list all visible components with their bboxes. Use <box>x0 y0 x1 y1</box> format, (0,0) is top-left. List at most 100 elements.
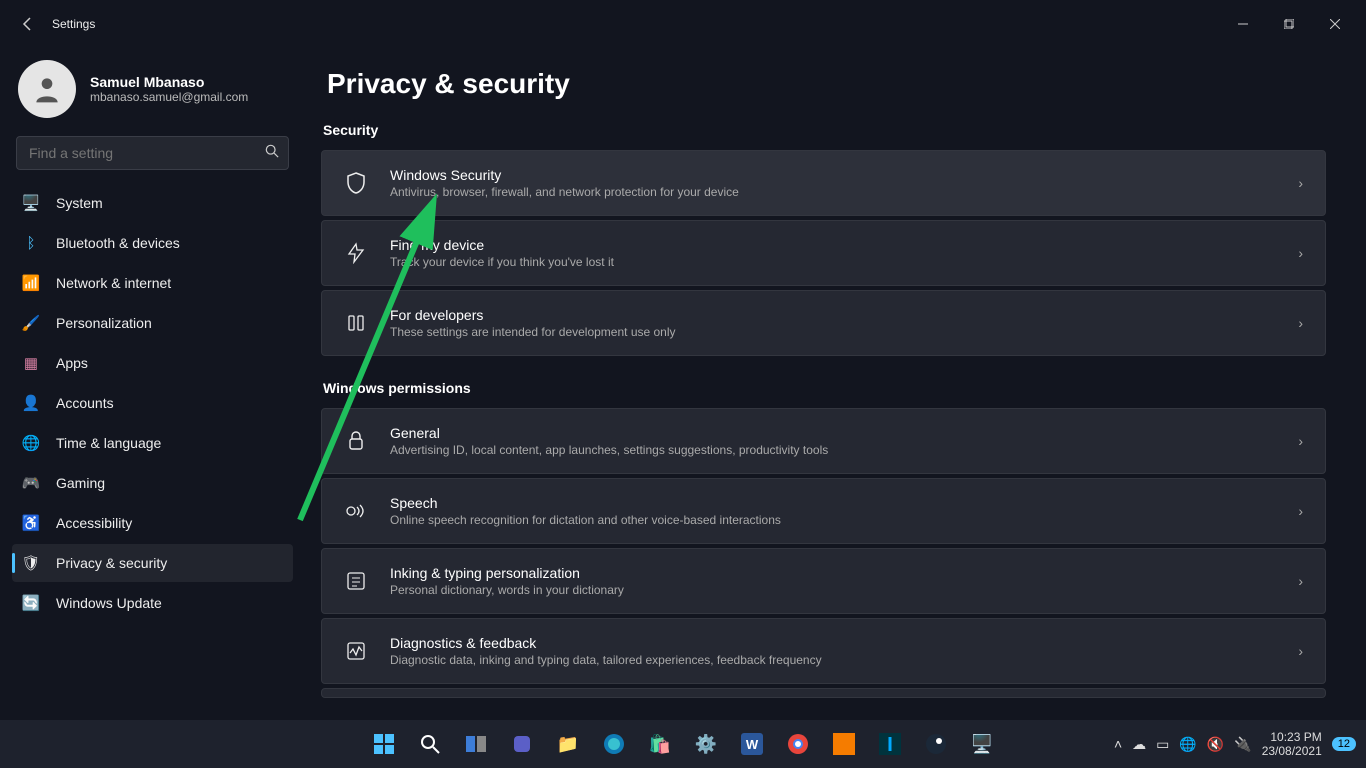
section-security-label: Security <box>323 122 1326 138</box>
nav-item-privacy[interactable]: 🛡 Privacy & security <box>12 544 293 582</box>
volume-icon[interactable]: 🔇 <box>1207 736 1224 753</box>
time-label: 10:23 PM <box>1262 730 1322 744</box>
close-button[interactable] <box>1312 8 1358 40</box>
shield-icon: 🛡 <box>22 554 40 572</box>
card-for-developers[interactable]: For developers These settings are intend… <box>321 290 1326 356</box>
chevron-right-icon: › <box>1298 503 1303 519</box>
edge-button[interactable] <box>594 724 634 764</box>
account-block[interactable]: Samuel Mbanaso mbanaso.samuel@gmail.com <box>12 56 293 136</box>
chevron-right-icon: › <box>1298 573 1303 589</box>
nav-item-bluetooth[interactable]: ᛒBluetooth & devices <box>12 224 293 262</box>
chrome-button[interactable] <box>778 724 818 764</box>
developer-icon <box>344 313 368 333</box>
task-view-button[interactable] <box>456 724 496 764</box>
card-find-my-device[interactable]: Find my device Track your device if you … <box>321 220 1326 286</box>
account-email: mbanaso.samuel@gmail.com <box>90 90 248 104</box>
window-controls <box>1220 8 1358 40</box>
date-label: 23/08/2021 <box>1262 744 1322 758</box>
card-partial[interactable] <box>321 688 1326 698</box>
nav-label: Time & language <box>56 435 161 451</box>
store-button[interactable]: 🛍️ <box>640 724 680 764</box>
nav-item-gaming[interactable]: 🎮Gaming <box>12 464 293 502</box>
card-title: Inking & typing personalization <box>390 565 1276 581</box>
nav-label: Personalization <box>56 315 152 331</box>
nav-item-network[interactable]: 📶 Network & internet <box>12 264 293 302</box>
card-diagnostics[interactable]: Diagnostics & feedback Diagnostic data, … <box>321 618 1326 684</box>
card-title: Find my device <box>390 237 1276 253</box>
location-icon <box>344 242 368 264</box>
card-desc: Personal dictionary, words in your dicti… <box>390 583 1276 597</box>
lock-icon <box>344 431 368 451</box>
card-speech[interactable]: Speech Online speech recognition for dic… <box>321 478 1326 544</box>
svg-text:W: W <box>746 737 759 752</box>
taskbar-right: ˄ ☁ ▭ 🌐 🔇 🔌 10:23 PM 23/08/2021 12 <box>1114 730 1366 759</box>
account-name: Samuel Mbanaso <box>90 74 248 90</box>
start-button[interactable] <box>364 724 404 764</box>
title-bar: Settings <box>0 0 1366 48</box>
app-button-1[interactable] <box>824 724 864 764</box>
avatar <box>18 60 76 118</box>
sidebar: Samuel Mbanaso mbanaso.samuel@gmail.com … <box>0 48 305 720</box>
chevron-right-icon: › <box>1298 643 1303 659</box>
maximize-button[interactable] <box>1266 8 1312 40</box>
tray-chevron-icon[interactable]: ˄ <box>1114 736 1122 752</box>
display-icon: 🖥️ <box>22 194 40 212</box>
person-icon <box>31 73 63 105</box>
card-title: Windows Security <box>390 167 1276 183</box>
card-desc: Track your device if you think you've lo… <box>390 255 1276 269</box>
card-inking-typing[interactable]: Inking & typing personalization Personal… <box>321 548 1326 614</box>
nav-item-time-language[interactable]: 🌐 Time & language <box>12 424 293 462</box>
card-title: For developers <box>390 307 1276 323</box>
widgets-button[interactable] <box>502 724 542 764</box>
apps-icon: ▦ <box>22 354 40 372</box>
section-permissions-label: Windows permissions <box>323 380 1326 396</box>
nav-item-windows-update[interactable]: 🔄Windows Update <box>12 584 293 622</box>
chevron-right-icon: › <box>1298 245 1303 261</box>
card-general[interactable]: General Advertising ID, local content, a… <box>321 408 1326 474</box>
chevron-right-icon: › <box>1298 433 1303 449</box>
wifi-icon: 📶 <box>22 274 40 292</box>
search-input[interactable] <box>16 136 289 170</box>
steam-button[interactable] <box>916 724 956 764</box>
card-desc: Online speech recognition for dictation … <box>390 513 1276 527</box>
notification-badge[interactable]: 12 <box>1332 737 1356 751</box>
content-area: Privacy & security Security Windows Secu… <box>305 48 1366 720</box>
globe-icon: 🌐 <box>22 434 40 452</box>
nav-label: Privacy & security <box>56 555 167 571</box>
search-button[interactable] <box>410 724 450 764</box>
card-windows-security[interactable]: Windows Security Antivirus, browser, fir… <box>321 150 1326 216</box>
accessibility-icon: ♿ <box>22 514 40 532</box>
search-icon <box>265 144 279 161</box>
power-icon[interactable]: 🔌 <box>1234 736 1251 753</box>
card-desc: Antivirus, browser, firewall, and networ… <box>390 185 1276 199</box>
app-button-3[interactable]: 🖥️ <box>962 724 1002 764</box>
chevron-right-icon: › <box>1298 315 1303 331</box>
speech-icon <box>344 502 368 520</box>
file-explorer-button[interactable]: 📁 <box>548 724 588 764</box>
minimize-button[interactable] <box>1220 8 1266 40</box>
nav-item-apps[interactable]: ▦Apps <box>12 344 293 382</box>
gaming-icon: 🎮 <box>22 474 40 492</box>
back-button[interactable] <box>8 4 48 44</box>
taskbar-center: 📁 🛍️ ⚙️ W 🖥️ <box>364 724 1002 764</box>
inking-icon <box>344 571 368 591</box>
word-button[interactable]: W <box>732 724 772 764</box>
nav-label: Network & internet <box>56 275 171 291</box>
network-icon[interactable]: 🌐 <box>1179 736 1196 753</box>
nav-item-system[interactable]: 🖥️ System <box>12 184 293 222</box>
nav-label: System <box>56 195 103 211</box>
nav-item-accounts[interactable]: 👤Accounts <box>12 384 293 422</box>
search-box <box>16 136 289 170</box>
onedrive-icon[interactable]: ☁ <box>1132 736 1146 753</box>
nav-label: Bluetooth & devices <box>56 235 180 251</box>
taskbar-clock[interactable]: 10:23 PM 23/08/2021 <box>1262 730 1322 759</box>
card-desc: Diagnostic data, inking and typing data,… <box>390 653 1276 667</box>
battery-icon[interactable]: ▭ <box>1156 736 1169 753</box>
nav-list: 🖥️ System ᛒBluetooth & devices 📶 Network &… <box>12 184 293 622</box>
chevron-right-icon: › <box>1298 175 1303 191</box>
settings-button[interactable]: ⚙️ <box>686 724 726 764</box>
nav-item-personalization[interactable]: 🖌️Personalization <box>12 304 293 342</box>
nav-label: Accounts <box>56 395 114 411</box>
nav-item-accessibility[interactable]: ♿Accessibility <box>12 504 293 542</box>
app-button-2[interactable] <box>870 724 910 764</box>
